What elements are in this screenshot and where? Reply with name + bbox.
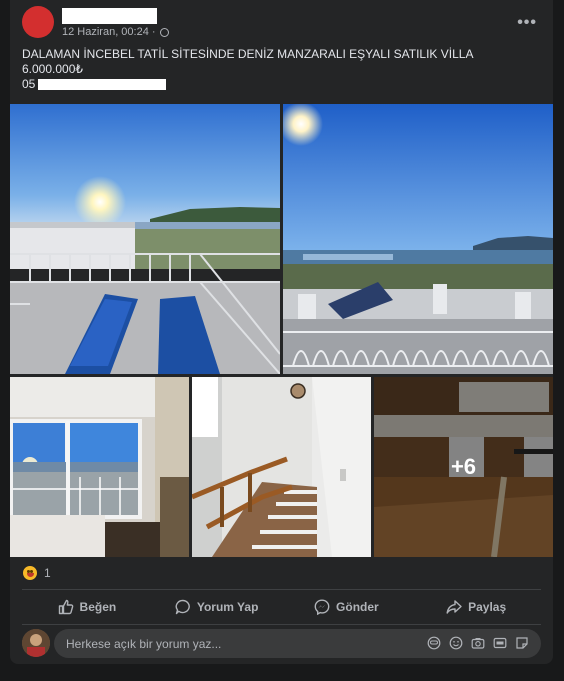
- gif-icon[interactable]: [493, 636, 507, 650]
- globe-icon: [159, 27, 169, 37]
- photo-sea-view-roof[interactable]: [283, 104, 553, 374]
- post-meta: 12 Haziran, 00:24 ·: [62, 26, 169, 38]
- laughing-emoji-icon: [22, 565, 38, 581]
- comment-input[interactable]: Herkese açık bir yorum yaz...: [54, 629, 541, 658]
- redacted-author-name[interactable]: [62, 8, 157, 24]
- more-photos-count[interactable]: +6: [451, 454, 476, 480]
- post-phone-line: 05: [22, 77, 542, 92]
- phone-prefix: 05: [22, 77, 36, 91]
- photo-grid: +6: [10, 104, 553, 557]
- post-header: 12 Haziran, 00:24 · •••: [10, 0, 553, 42]
- comment-button[interactable]: Yorum Yap: [152, 591, 282, 623]
- photo-kitchen-more[interactable]: +6: [374, 377, 553, 557]
- photo-terrace-loungers[interactable]: [10, 104, 280, 374]
- comment-icon: [175, 599, 190, 615]
- reactions-summary[interactable]: 1: [22, 565, 51, 581]
- post-timestamp[interactable]: 12 Haziran, 00:24 ·: [62, 26, 156, 38]
- comment-composer: Herkese açık bir yorum yaz...: [22, 629, 541, 659]
- share-label: Paylaş: [468, 600, 507, 614]
- actions-top-divider: [22, 589, 541, 590]
- emoji-icon[interactable]: [449, 636, 463, 650]
- post-title-line: DALAMAN İNCEBEL TATİL SİTESİNDE DENİZ MA…: [22, 47, 474, 61]
- send-label: Gönder: [336, 600, 379, 614]
- redacted-phone-number: [38, 79, 166, 90]
- like-label: Beğen: [79, 600, 117, 614]
- share-icon: [446, 600, 462, 614]
- post-price-line: 6.000.000₺: [22, 62, 84, 76]
- messenger-icon: [314, 599, 330, 615]
- page-avatar[interactable]: [22, 6, 54, 38]
- post-card: 12 Haziran, 00:24 · ••• DALAMAN İNCEBEL …: [10, 0, 553, 664]
- comment-placeholder: Herkese açık bir yorum yaz...: [66, 637, 222, 651]
- photo-staircase[interactable]: [192, 377, 371, 557]
- reactions-count[interactable]: 1: [44, 566, 51, 580]
- more-options-icon[interactable]: •••: [517, 14, 537, 32]
- actions-bottom-divider: [22, 624, 541, 625]
- share-button[interactable]: Paylaş: [411, 591, 541, 623]
- photo-bedroom-window[interactable]: [10, 377, 189, 557]
- comment-label: Yorum Yap: [196, 600, 259, 614]
- send-button[interactable]: Gönder: [282, 591, 412, 623]
- avatar-sticker-icon[interactable]: [427, 636, 441, 650]
- like-icon: [58, 599, 73, 615]
- comment-tools: [427, 636, 529, 650]
- camera-icon[interactable]: [471, 636, 485, 650]
- sticker-icon[interactable]: [515, 636, 529, 650]
- post-text: DALAMAN İNCEBEL TATİL SİTESİNDE DENİZ MA…: [22, 47, 542, 92]
- post-action-bar: Beğen Yorum Yap Gönder Paylaş: [22, 591, 541, 623]
- more-photos-overlay[interactable]: +6: [374, 377, 553, 557]
- like-button[interactable]: Beğen: [22, 591, 152, 623]
- user-avatar[interactable]: [22, 629, 50, 657]
